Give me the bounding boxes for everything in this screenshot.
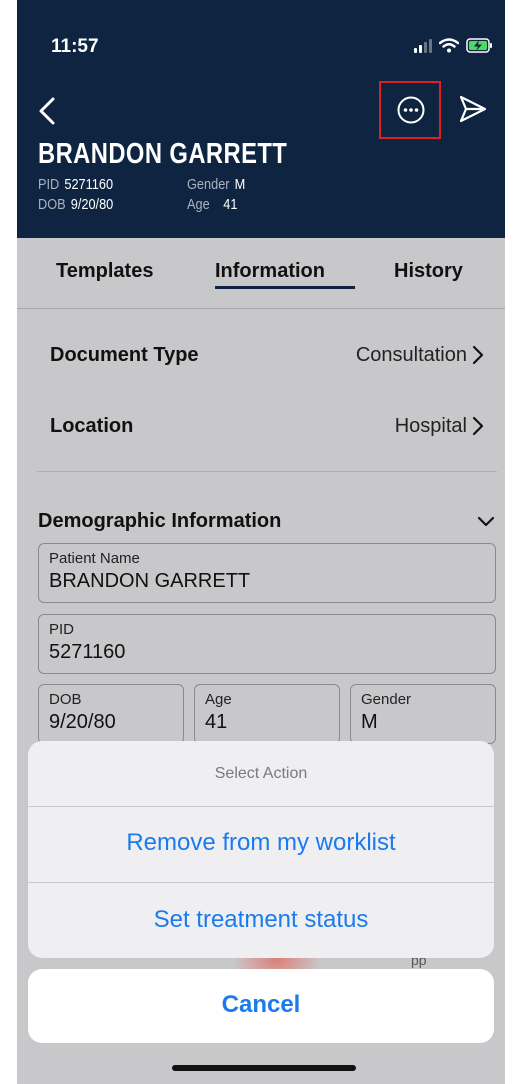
gender-field[interactable]: Gender M	[350, 684, 496, 744]
tab-templates[interactable]: Templates	[56, 260, 153, 283]
dob-meta-value: 9/20/80	[70, 196, 114, 213]
document-type-value: Consultation	[355, 344, 467, 366]
chevron-right-icon	[472, 345, 484, 365]
action-sheet: Select Action Remove from my worklist Se…	[28, 741, 494, 958]
age-meta: Age 41	[187, 196, 237, 213]
more-options-icon[interactable]	[397, 96, 425, 124]
patient-name-field[interactable]: Patient Name BRANDON GARRETT	[38, 543, 496, 603]
status-icons	[414, 38, 493, 53]
age-meta-label: Age	[187, 196, 210, 213]
dob-meta: DOB 9/20/80	[38, 196, 113, 213]
gender-meta: Gender M	[187, 176, 245, 193]
gender-field-value: M	[361, 711, 378, 733]
age-meta-value: 41	[223, 196, 238, 213]
wifi-icon	[439, 38, 459, 53]
dob-meta-label: DOB	[38, 196, 66, 213]
gender-meta-value: M	[234, 176, 246, 193]
pid-field-value: 5271160	[49, 641, 126, 663]
battery-charging-icon	[466, 38, 492, 53]
dob-field-value: 9/20/80	[49, 711, 116, 733]
set-treatment-status-button[interactable]: Set treatment status	[28, 906, 494, 934]
cancel-button-label: Cancel	[221, 991, 301, 1018]
signal-icon	[414, 38, 432, 53]
tab-information[interactable]: Information	[215, 260, 325, 283]
patient-name-field-value: BRANDON GARRETT	[49, 570, 251, 592]
chevron-right-icon	[472, 416, 484, 436]
send-icon[interactable]	[458, 94, 488, 124]
pid-field-label: PID	[49, 621, 75, 638]
cancel-button[interactable]: Cancel	[28, 969, 494, 1043]
back-chevron-icon[interactable]	[35, 96, 61, 126]
tab-selected-indicator	[215, 286, 355, 289]
status-time: 11:57	[51, 36, 99, 57]
dob-field[interactable]: DOB 9/20/80	[38, 684, 184, 744]
age-field-label: Age	[205, 691, 232, 708]
patient-name: BRANDON GARRETT	[38, 138, 288, 170]
document-type-label: Document Type	[50, 344, 199, 366]
pid-meta-label: PID	[38, 176, 60, 193]
demographics-title: Demographic Information	[38, 510, 282, 532]
chevron-down-icon[interactable]	[477, 516, 495, 528]
more-options-highlight[interactable]	[379, 81, 441, 139]
home-indicator[interactable]	[172, 1065, 356, 1071]
tab-history[interactable]: History	[394, 260, 463, 283]
tab-bar: Templates Information History	[17, 238, 505, 309]
action-sheet-divider	[28, 882, 494, 883]
pid-meta-value: 5271160	[64, 176, 114, 193]
dob-field-label: DOB	[49, 691, 82, 708]
action-sheet-title: Select Action	[214, 765, 308, 782]
app-screen: 11:57 BRANDON GARRETT PID 5271160 DOB 9/…	[17, 0, 505, 1084]
patient-name-field-label: Patient Name	[49, 550, 140, 567]
location-value: Hospital	[394, 415, 467, 437]
location-label: Location	[50, 415, 134, 437]
gender-meta-label: Gender	[187, 176, 230, 193]
remove-from-worklist-button[interactable]: Remove from my worklist	[28, 829, 494, 857]
action-sheet-divider	[28, 806, 494, 807]
gender-field-label: Gender	[361, 691, 412, 708]
pid-meta: PID 5271160	[38, 176, 113, 193]
age-field[interactable]: Age 41	[194, 684, 340, 744]
patient-header: 11:57 BRANDON GARRETT PID 5271160 DOB 9/…	[17, 0, 505, 238]
section-divider	[37, 471, 497, 472]
age-field-value: 41	[205, 711, 228, 733]
pid-field[interactable]: PID 5271160	[38, 614, 496, 674]
